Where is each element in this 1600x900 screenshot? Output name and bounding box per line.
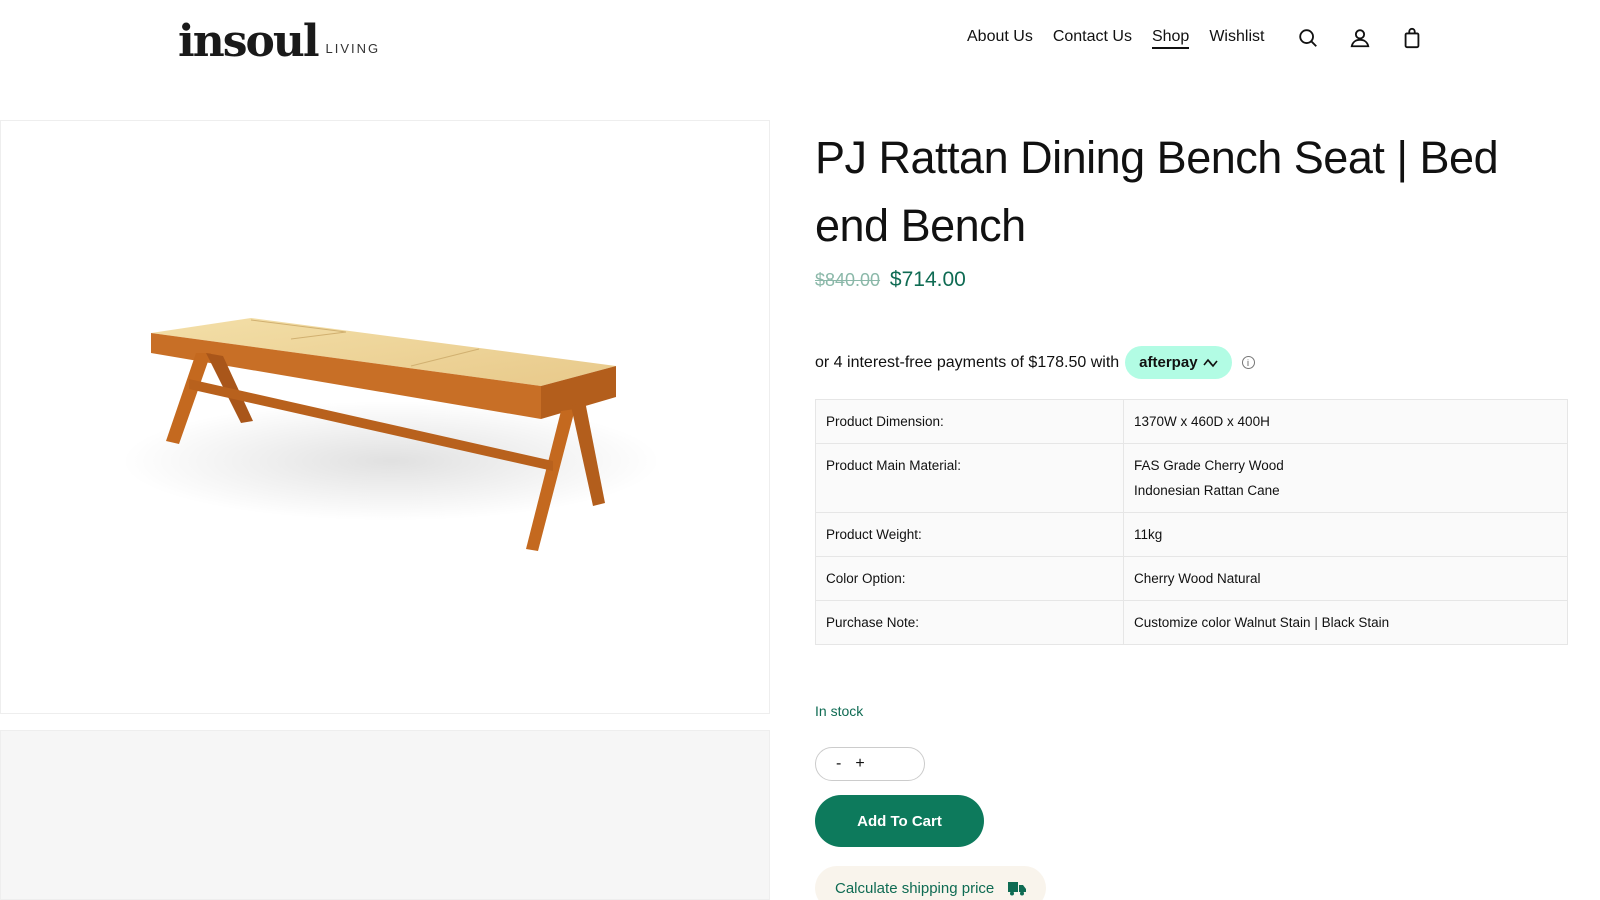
- price-original: $840.00: [815, 270, 881, 290]
- afterpay-text: or 4 interest-free payments of $178.50 w…: [815, 353, 1120, 371]
- search-icon[interactable]: [1296, 26, 1320, 50]
- afterpay-message: or 4 interest-free payments of $178.50 w…: [815, 346, 1255, 379]
- add-to-cart-button[interactable]: Add To Cart: [815, 795, 984, 847]
- spec-value-line: Indonesian Rattan Cane: [1134, 483, 1280, 498]
- price: $840.00 $714.00: [815, 268, 966, 292]
- spec-value-line: FAS Grade Cherry Wood: [1134, 458, 1284, 473]
- table-row: Product Dimension: 1370W x 460D x 400H: [815, 399, 1568, 444]
- table-row: Color Option: Cherry Wood Natural: [815, 556, 1568, 601]
- product-title: PJ Rattan Dining Bench Seat | Bed end Be…: [815, 132, 1499, 251]
- shipping-label: Calculate shipping price: [835, 879, 995, 897]
- calculate-shipping-button[interactable]: Calculate shipping price: [815, 866, 1047, 900]
- main-nav: About Us Contact Us Shop Wishlist: [967, 28, 1264, 49]
- spec-key: Product Weight:: [815, 512, 1124, 557]
- spec-value: FAS Grade Cherry Wood Indonesian Rattan …: [1123, 443, 1568, 513]
- stock-status: In stock: [815, 703, 864, 719]
- header-icons: [1296, 26, 1424, 50]
- spec-value: Customize color Walnut Stain | Black Sta…: [1123, 600, 1568, 645]
- spec-key: Color Option:: [815, 556, 1124, 601]
- site-header: insoul LIVING About Us Contact Us Shop W…: [0, 0, 1600, 80]
- nav-about[interactable]: About Us: [967, 28, 1033, 49]
- afterpay-logo-icon: [1202, 358, 1218, 367]
- cart-icon[interactable]: [1400, 26, 1424, 50]
- afterpay-badge[interactable]: afterpay: [1125, 346, 1232, 379]
- table-row: Product Weight: 11kg: [815, 512, 1568, 557]
- spec-value: 1370W x 460D x 400H: [1123, 399, 1568, 444]
- site-logo[interactable]: insoul LIVING: [178, 14, 380, 64]
- table-row: Product Main Material: FAS Grade Cherry …: [815, 443, 1568, 513]
- account-icon[interactable]: [1348, 26, 1372, 50]
- table-row: Purchase Note: Customize color Walnut St…: [815, 600, 1568, 645]
- spec-table: Product Dimension: 1370W x 460D x 400H P…: [815, 399, 1568, 645]
- thumbnail-panel: [0, 730, 770, 900]
- info-icon[interactable]: i: [1241, 356, 1255, 369]
- bench-image: [121, 318, 661, 551]
- spec-key: Purchase Note:: [815, 600, 1124, 645]
- nav-contact[interactable]: Contact Us: [1053, 28, 1132, 49]
- truck-icon: [1008, 882, 1027, 896]
- logo-subtitle: LIVING: [325, 41, 381, 56]
- price-sale: $714.00: [889, 268, 966, 291]
- nav-shop[interactable]: Shop: [1151, 28, 1190, 49]
- spec-value: Cherry Wood Natural: [1123, 556, 1568, 601]
- nav-wishlist[interactable]: Wishlist: [1209, 28, 1264, 49]
- qty-minus-button[interactable]: -: [836, 755, 841, 773]
- quantity-stepper[interactable]: - +: [815, 747, 925, 781]
- qty-plus-button[interactable]: +: [855, 755, 864, 773]
- logo-wordmark: insoul: [178, 16, 320, 67]
- afterpay-brand: afterpay: [1139, 354, 1198, 371]
- spec-value: 11kg: [1123, 512, 1568, 557]
- product-image[interactable]: [0, 120, 770, 714]
- spec-key: Product Main Material:: [815, 443, 1124, 513]
- spec-key: Product Dimension:: [815, 399, 1124, 444]
